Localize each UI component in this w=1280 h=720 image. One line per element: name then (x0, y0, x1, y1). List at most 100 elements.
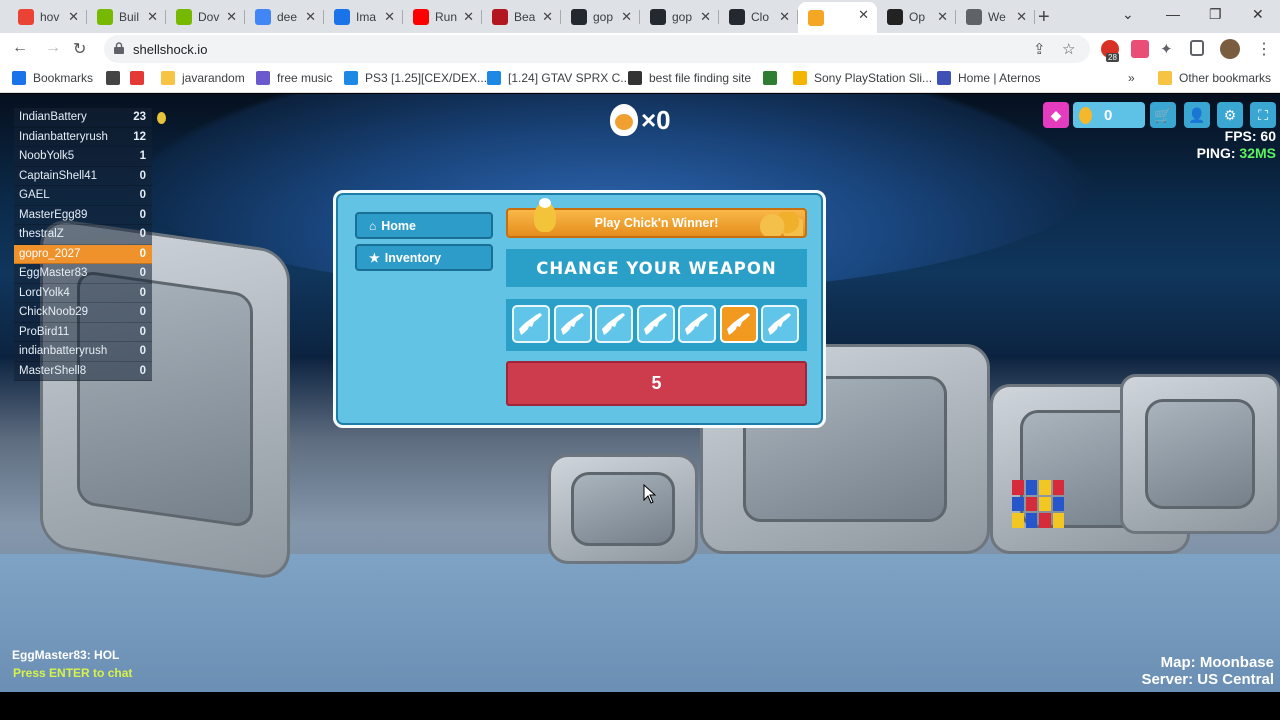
coins-icon (759, 212, 803, 236)
gear-icon[interactable]: ⚙ (1217, 102, 1243, 128)
tab-close-icon[interactable]: ✕ (305, 10, 316, 23)
chat-hint[interactable]: Press ENTER to chat (13, 666, 132, 680)
tab-close-icon[interactable]: ✕ (384, 10, 395, 23)
egg-balance[interactable]: 0 (1073, 102, 1145, 128)
avatar[interactable] (1220, 39, 1240, 59)
map-info: Map: Moonbase Server: US Central (1141, 654, 1274, 688)
reload-icon[interactable]: ↻ (73, 39, 86, 59)
share-icon[interactable]: ⇪ (1033, 40, 1046, 58)
weapon-free-ranger-button[interactable] (595, 305, 633, 343)
kill-counter: ×0 (610, 104, 671, 136)
bookmark-item[interactable]: PS3 [1.25][CEX/DEX... (344, 71, 487, 85)
browser-tab[interactable]: Bea ✕ (482, 4, 561, 30)
browser-tab[interactable]: hov ✕ (8, 4, 87, 30)
tab-close-icon[interactable]: ✕ (226, 10, 237, 23)
tab-close-icon[interactable]: ✕ (1016, 10, 1027, 23)
shop-icon[interactable]: 🛒 (1150, 102, 1176, 128)
tab-close-icon[interactable]: ✕ (463, 10, 474, 23)
sidepanel-icon[interactable] (1190, 40, 1204, 56)
weapon-scrambler-button[interactable] (553, 305, 592, 343)
browser-tab[interactable]: We ✕ (956, 4, 1035, 30)
tab-close-icon[interactable]: ✕ (779, 10, 790, 23)
browser-tab[interactable]: gop ✕ (561, 4, 640, 30)
new-tab-button[interactable]: + (1038, 6, 1050, 29)
lock-icon (114, 42, 124, 54)
forward-icon[interactable]: → (45, 39, 61, 57)
gun-icon (602, 313, 625, 335)
game-viewport[interactable]: IndianBattery 23 Indianbatteryrush 12 NoobYo… (0, 94, 1280, 692)
inventory-button[interactable]: ★ Inventory (355, 244, 493, 271)
tab-close-icon[interactable]: ✕ (542, 10, 553, 23)
tab-close-icon[interactable]: ✕ (937, 10, 948, 23)
star-icon[interactable]: ☆ (1062, 40, 1075, 58)
bookmark-item[interactable] (130, 71, 144, 85)
bookmark-item[interactable]: best file finding site (628, 71, 751, 85)
back-icon[interactable]: ← (12, 39, 28, 57)
browser-tab[interactable]: gop ✕ (640, 4, 719, 30)
change-weapon-title: CHANGE YOUR WEAPON (506, 249, 807, 287)
player-score: 12 (133, 130, 146, 143)
extension-icon[interactable] (1131, 40, 1149, 58)
tab-close-icon[interactable]: ✕ (68, 10, 79, 23)
weapon-crackshot-button[interactable] (719, 305, 758, 343)
scoreboard-row: gopro_2027 0 (14, 244, 152, 264)
browser-tab[interactable]: dee ✕ (245, 4, 324, 30)
bookmark-item[interactable]: Sony PlayStation Sli... (793, 71, 932, 85)
tab-close-icon[interactable]: ✕ (700, 10, 711, 23)
player-score: 0 (139, 228, 146, 241)
tab-close-icon[interactable]: ✕ (621, 10, 632, 23)
fullscreen-icon[interactable]: ⛶ (1250, 102, 1276, 128)
extension-badge: 28 (1106, 53, 1119, 62)
browser-tab[interactable]: Clo ✕ (719, 4, 798, 30)
other-bookmarks[interactable]: Other bookmarks (1158, 71, 1271, 85)
player-name: GAEL (19, 189, 50, 202)
close-window-button[interactable]: ✕ (1252, 6, 1264, 23)
chickn-winner-button[interactable]: Play Chick'n Winner! (506, 198, 807, 238)
browser-tab[interactable]: Buil ✕ (87, 4, 166, 30)
bookmark-item[interactable]: Bookmarks (12, 71, 93, 85)
bookmark-item[interactable]: javarandom (161, 71, 245, 85)
weapon-eggk47-button[interactable] (512, 305, 550, 343)
golden-egg-icon (1079, 106, 1092, 124)
tab-search-icon[interactable]: ⌄ (1122, 6, 1134, 23)
bookmark-item[interactable]: free music (256, 71, 332, 85)
fps-readout: FPS: 60 (1224, 128, 1276, 144)
minimize-button[interactable]: — (1166, 6, 1180, 22)
gun-icon (643, 313, 667, 335)
bookmark-item[interactable] (106, 71, 120, 85)
player-score: 0 (139, 306, 146, 319)
player-name: indianbatteryrush (19, 345, 108, 358)
gem-shop-icon[interactable]: ◆ (1043, 102, 1069, 128)
respawn-countdown-button[interactable]: 5 (506, 361, 807, 406)
bookmark-item[interactable] (763, 71, 777, 85)
browser-tab[interactable]: ✕ (798, 2, 877, 33)
player-score: 0 (139, 286, 146, 299)
weapon-rpegg-button[interactable] (636, 305, 675, 343)
chat-message: EggMaster83: HOL (12, 648, 120, 662)
puzzle-icon[interactable]: ✦ (1160, 40, 1178, 58)
tab-close-icon[interactable]: ✕ (858, 8, 869, 21)
browser-toolbar: ← → ↻ shellshock.io ⇪ ☆ 28 ✦ ⋮ (0, 33, 1280, 65)
maximize-button[interactable]: ❐ (1209, 6, 1222, 23)
bookmark-item[interactable]: Home | Aternos (937, 71, 1041, 85)
tab-close-icon[interactable]: ✕ (147, 10, 158, 23)
address-bar[interactable]: shellshock.io ⇪ ☆ (104, 35, 1090, 63)
browser-tab[interactable]: Run ✕ (403, 4, 482, 30)
browser-tab[interactable]: Ima ✕ (324, 4, 403, 30)
mouse-cursor-icon (643, 484, 657, 504)
weapon-whipper-button[interactable] (678, 305, 716, 343)
player-name: LordYolk4 (19, 286, 70, 299)
home-button[interactable]: ⌂ Home (355, 212, 493, 239)
menu-icon[interactable]: ⋮ (1256, 39, 1272, 59)
player-score: 0 (139, 169, 146, 182)
pod-center (548, 454, 698, 564)
bookmarks-overflow-icon[interactable]: » (1128, 71, 1135, 85)
player-name: Indianbatteryrush (19, 130, 108, 143)
bookmark-icon (130, 71, 144, 85)
bookmark-item[interactable]: [1.24] GTAV SPRX C... (487, 71, 630, 85)
browser-tab[interactable]: Dov ✕ (166, 4, 245, 30)
weapon-tri-hard-button[interactable] (761, 305, 799, 343)
google-icon (18, 9, 34, 25)
browser-tab[interactable]: Op ✕ (877, 4, 956, 30)
account-icon[interactable]: 👤 (1184, 102, 1210, 128)
